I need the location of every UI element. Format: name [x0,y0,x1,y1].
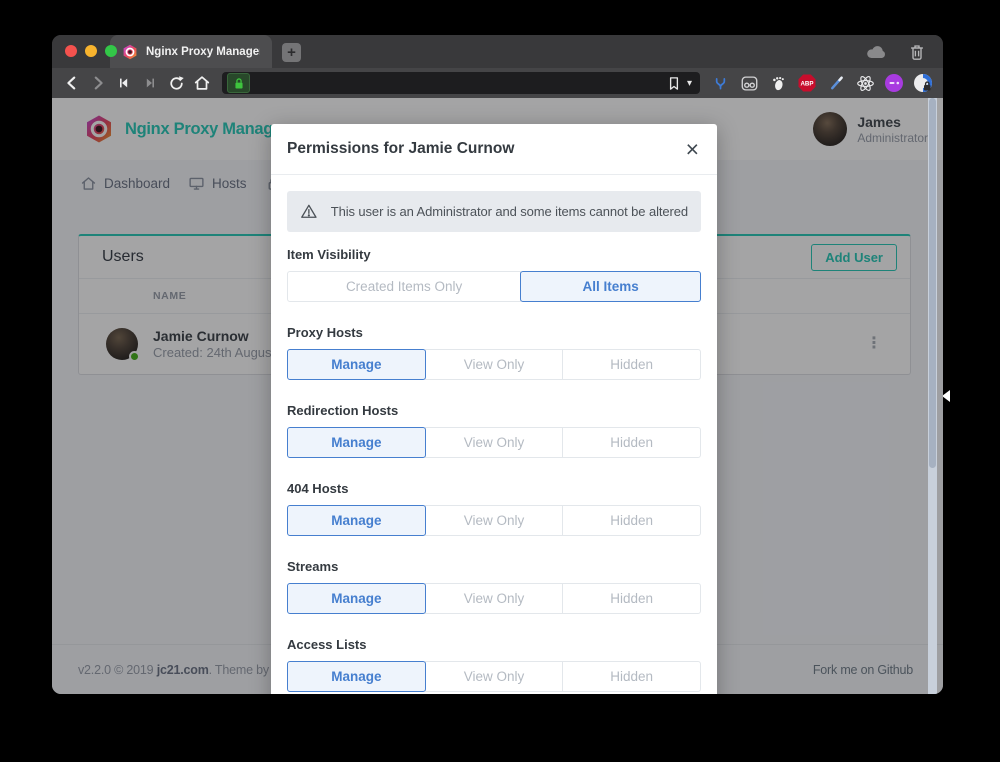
new-tab-button[interactable]: + [282,43,301,62]
warning-triangle-icon [300,202,318,221]
proxy-hosts-label: Proxy Hosts [287,326,701,339]
access-lists-manage-button[interactable]: Manage [287,661,426,692]
browser-window: Nginx Proxy Manager + [52,35,943,694]
svg-text:ABP: ABP [800,81,813,88]
proxy-hosts-view-only-button[interactable]: View Only [425,349,564,380]
adblock-plus-extension-icon[interactable]: ABP [797,73,817,93]
favicon-npm-logo-icon [122,44,138,60]
perm-group-access-lists: Access Lists Manage View Only Hidden [287,638,701,692]
perm-group-redirection-hosts: Redirection Hosts Manage View Only Hidde… [287,404,701,458]
privacy-lock-extension-icon[interactable] [913,73,933,93]
minimize-window-button[interactable] [85,45,97,57]
fork-extension-icon[interactable] [710,73,730,93]
https-lock-icon[interactable] [227,73,250,93]
visibility-all-items-button[interactable]: All Items [520,271,701,302]
purple-circle-extension-icon[interactable] [884,73,904,93]
404-hosts-hidden-button[interactable]: Hidden [562,505,701,536]
modal-close-icon[interactable]: × [684,138,701,161]
cloud-sync-icon[interactable] [864,40,888,64]
access-lists-label: Access Lists [287,638,701,651]
redirection-hosts-hidden-button[interactable]: Hidden [562,427,701,458]
url-bar[interactable]: ▾ [222,72,700,94]
streams-label: Streams [287,560,701,573]
maximize-window-button[interactable] [105,45,117,57]
home-icon[interactable] [190,71,214,95]
bookmark-dropdown-caret-icon[interactable]: ▾ [687,78,695,89]
streams-manage-button[interactable]: Manage [287,583,426,614]
perm-group-404-hosts: 404 Hosts Manage View Only Hidden [287,482,701,536]
redirection-hosts-label: Redirection Hosts [287,404,701,417]
skip-back-icon[interactable] [112,71,136,95]
404-hosts-view-only-button[interactable]: View Only [425,505,564,536]
extension-icons: ABP [708,73,935,93]
back-icon[interactable] [60,71,84,95]
access-lists-hidden-button[interactable]: Hidden [562,661,701,692]
redirection-hosts-manage-button[interactable]: Manage [287,427,426,458]
gnome-foot-extension-icon[interactable] [768,73,788,93]
admin-warning-alert: This user is an Administrator and some i… [287,191,701,232]
reload-icon[interactable] [164,71,188,95]
container-box-extension-icon[interactable] [739,73,759,93]
item-visibility-label: Item Visibility [287,248,701,261]
browser-toolbar: ▾ ABP [52,68,943,98]
page-viewport: Nginx Proxy Manager James Administrator … [52,98,943,694]
permissions-modal: Permissions for Jamie Curnow × This user… [271,124,717,694]
proxy-hosts-manage-button[interactable]: Manage [287,349,426,380]
streams-hidden-button[interactable]: Hidden [562,583,701,614]
browser-tab[interactable]: Nginx Proxy Manager [110,35,272,68]
trash-icon[interactable] [905,40,929,64]
bookmark-icon[interactable] [668,76,680,91]
edge-reveal-arrow-icon[interactable] [942,390,950,402]
proxy-hosts-hidden-button[interactable]: Hidden [562,349,701,380]
redirection-hosts-view-only-button[interactable]: View Only [425,427,564,458]
404-hosts-label: 404 Hosts [287,482,701,495]
skip-forward-icon[interactable] [138,71,162,95]
visibility-created-items-only-button[interactable]: Created Items Only [287,271,521,302]
perm-group-streams: Streams Manage View Only Hidden [287,560,701,614]
item-visibility-group: Created Items Only All Items [287,271,701,302]
eyedropper-extension-icon[interactable] [826,73,846,93]
forward-icon[interactable] [86,71,110,95]
tab-title: Nginx Proxy Manager [146,46,260,58]
404-hosts-manage-button[interactable]: Manage [287,505,426,536]
close-window-button[interactable] [65,45,77,57]
window-controls [65,45,117,57]
atom-extension-icon[interactable] [855,73,875,93]
modal-title: Permissions for Jamie Curnow [287,140,514,158]
page-scrollbar[interactable] [928,98,937,694]
access-lists-view-only-button[interactable]: View Only [425,661,564,692]
perm-group-proxy-hosts: Proxy Hosts Manage View Only Hidden [287,326,701,380]
scrollbar-thumb[interactable] [929,98,936,468]
browser-tab-bar: Nginx Proxy Manager + [52,35,943,68]
streams-view-only-button[interactable]: View Only [425,583,564,614]
alert-text: This user is an Administrator and some i… [331,204,688,219]
